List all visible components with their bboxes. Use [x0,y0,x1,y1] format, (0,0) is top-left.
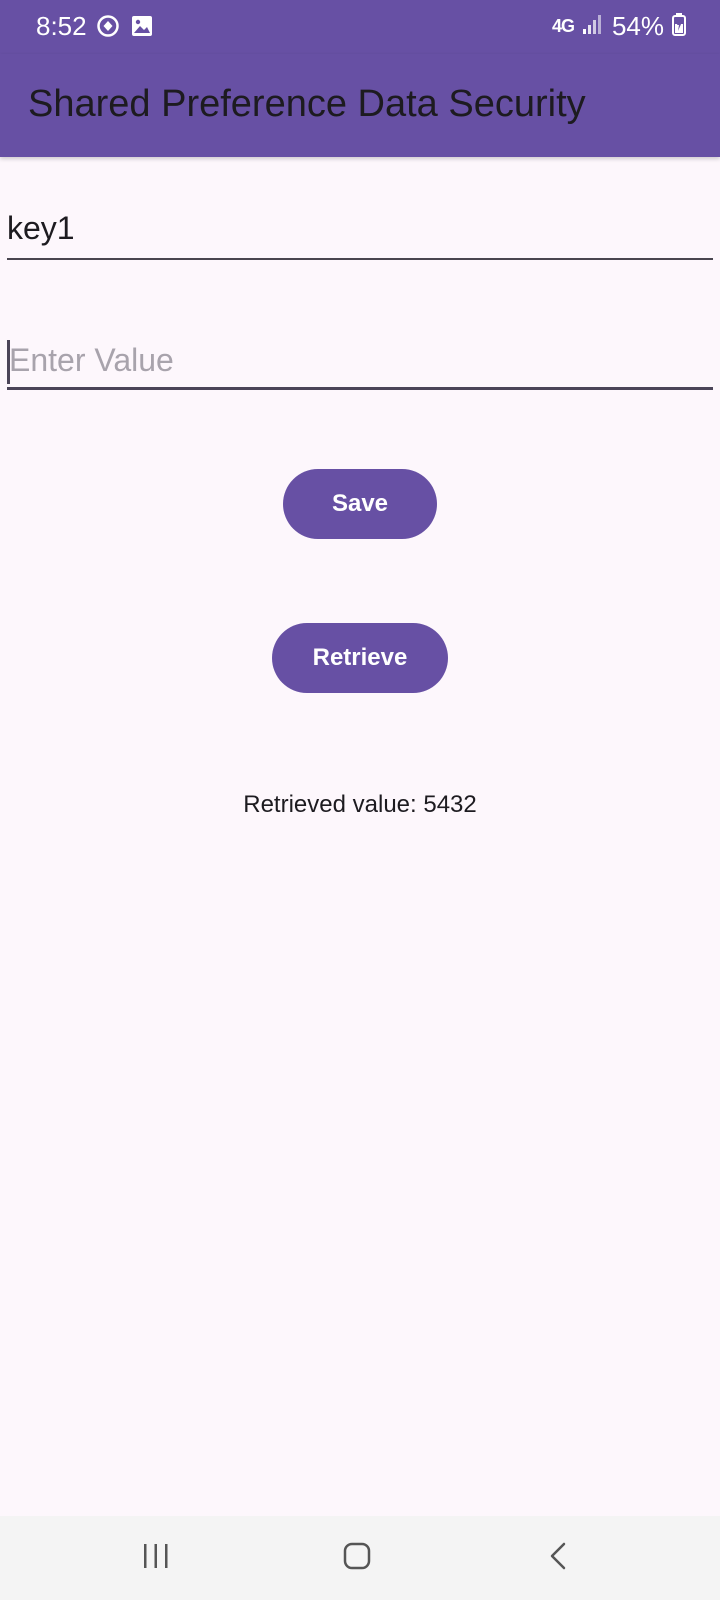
key-input[interactable]: key1 [7,208,713,260]
value-input[interactable]: Enter Value [7,332,713,390]
network-type: 4G [551,15,575,36]
home-icon [341,1540,373,1577]
status-bar: 8:52 4G 54% [0,0,720,54]
navigation-bar [0,1516,720,1600]
back-icon [544,1540,576,1577]
status-icons-right: 4G 54% [552,11,686,41]
retrieve-button[interactable]: Retrieve [272,623,448,693]
battery-icon [672,12,686,41]
home-button[interactable] [317,1526,397,1590]
save-button[interactable]: Save [283,469,437,539]
page-title: Shared Preference Data Security [28,83,586,125]
battery-level: 54% [611,11,664,41]
status-time: 8:52 [36,11,87,41]
sync-icon [96,14,120,43]
recents-button[interactable] [116,1526,196,1590]
image-icon [130,14,154,43]
key-input-value: key1 [7,210,75,246]
recents-icon [140,1540,172,1577]
back-button[interactable] [520,1526,600,1590]
app-bar: Shared Preference Data Security [0,54,720,157]
status-icons-left [96,14,154,43]
value-input-placeholder: Enter Value [9,342,174,378]
signal-icon [582,13,604,40]
retrieved-value-text: Retrieved value: 5432 [243,791,477,818]
